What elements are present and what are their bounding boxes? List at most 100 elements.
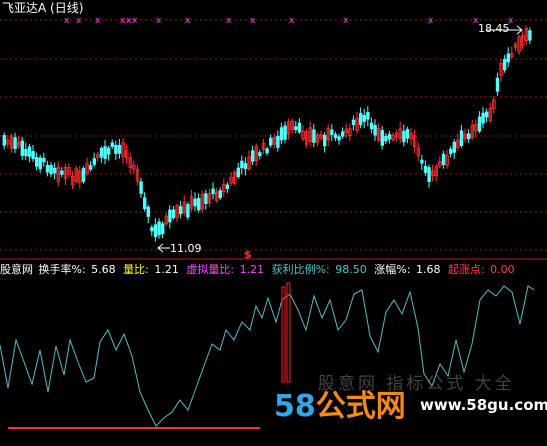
candle-body (204, 193, 208, 204)
candle-body (196, 197, 201, 211)
signal-bar-1 (281, 286, 286, 383)
watermark-logo: 58公式网 (274, 390, 406, 424)
volume-ratio-field: 量比: 1.21 (123, 263, 181, 276)
candle-body (92, 158, 96, 165)
candle-body (218, 190, 222, 199)
candle-body (502, 58, 507, 71)
candle-body (312, 129, 316, 143)
candle-body (240, 160, 244, 169)
candle-body (146, 206, 150, 217)
candle-body (99, 147, 104, 158)
candle-body (276, 135, 280, 148)
marker-x: x (156, 16, 162, 26)
candle-body (243, 163, 248, 169)
candle-body (160, 223, 165, 235)
candle-body (236, 167, 240, 177)
marker-x: x (289, 16, 295, 26)
turnover-value: 5.68 (91, 263, 116, 276)
candle-body (384, 135, 388, 142)
volume-ratio-label: 量比: (123, 263, 149, 276)
candle-body (340, 131, 345, 137)
candle-body (294, 126, 298, 131)
candle-body (459, 130, 464, 146)
candle-body (2, 135, 6, 146)
candle-body (178, 206, 183, 215)
profit-ratio-value: 98.50 (335, 263, 367, 276)
candle-body (362, 114, 366, 122)
candle-body (402, 130, 406, 143)
candle-body (358, 113, 363, 125)
candle-body (168, 209, 172, 223)
candle-body (211, 188, 215, 195)
candle-body (279, 127, 284, 141)
candle-body (265, 148, 269, 154)
candle-body (49, 165, 53, 175)
candle-body (27, 146, 32, 157)
marker-x: x (428, 16, 434, 26)
candle-body (405, 128, 410, 139)
turnover-field: 换手率%: 5.68 (39, 263, 118, 276)
marker-x: x (76, 16, 82, 26)
candle-body (81, 168, 86, 182)
candle-body (103, 146, 107, 159)
candle-body (225, 184, 230, 189)
window-title: 飞亚达A (日线) (2, 1, 84, 15)
candle-body (333, 134, 338, 139)
change-pct-label: 涨幅%: (374, 263, 411, 276)
candle-body (53, 167, 57, 174)
candle-body (117, 144, 122, 154)
candle-body (157, 221, 161, 236)
marker-x: x (132, 16, 138, 26)
candle-body (441, 153, 446, 165)
candle-body (420, 159, 424, 164)
candle-body (45, 164, 50, 173)
candle-body (139, 181, 143, 194)
low-price-label: 11.09 (170, 242, 202, 255)
profit-ratio-label: 获利比例%: (271, 263, 330, 276)
candle-body (60, 170, 64, 175)
candle-body (31, 151, 35, 160)
candle-body (387, 133, 392, 140)
candle-body (322, 134, 327, 147)
rise-point-label: 起涨点: (447, 263, 485, 276)
marker-x: x (64, 16, 70, 26)
candle-body (351, 119, 356, 125)
candle-body (452, 141, 456, 153)
candle-body (380, 130, 384, 146)
marker-x: x (250, 16, 256, 26)
candle-body (495, 77, 500, 92)
candle-body (481, 112, 485, 124)
virtual-volume-ratio-field: 虚拟量比: 1.21 (186, 263, 266, 276)
candle-body (427, 167, 431, 182)
watermark-logo-num: 58 (274, 389, 316, 424)
signal-bar-2 (286, 282, 291, 383)
candle-body (369, 122, 374, 129)
candle-body (186, 204, 190, 218)
candle-body (448, 148, 453, 155)
candle-body (153, 224, 158, 238)
indicator-name[interactable]: 股意网 (0, 263, 33, 276)
top-marker-row: xxxxxxxxxxxxxxx (64, 16, 514, 26)
candle-body (193, 198, 197, 207)
watermark-logo-text: 公式网 (315, 389, 406, 424)
candle-body (268, 137, 273, 146)
candle-body (477, 116, 482, 132)
candle-body (142, 197, 147, 209)
indicator-header: 股意网 换手率%: 5.68 量比: 1.21 虚拟量比: 1.21 获利比例%… (0, 263, 519, 276)
candle-body (366, 111, 370, 120)
virtual-volume-ratio-value: 1.21 (239, 263, 265, 276)
candle-body (258, 152, 262, 157)
candle-body (373, 124, 377, 136)
candle-body (150, 227, 154, 232)
rise-point-field: 起涨点: 0.00 (448, 263, 517, 276)
profit-ratio-field: 获利比例%: 98.50 (272, 263, 369, 276)
candlestick-series (2, 25, 532, 242)
candle-body (110, 142, 114, 148)
candle-body (337, 136, 341, 141)
marker-x: x (343, 16, 349, 26)
candle-body (24, 149, 28, 157)
candle-body (13, 137, 17, 150)
turnover-label: 换手率%: (38, 263, 86, 276)
rise-point-value: 0.00 (490, 263, 515, 276)
change-pct-value: 1.68 (415, 263, 441, 276)
